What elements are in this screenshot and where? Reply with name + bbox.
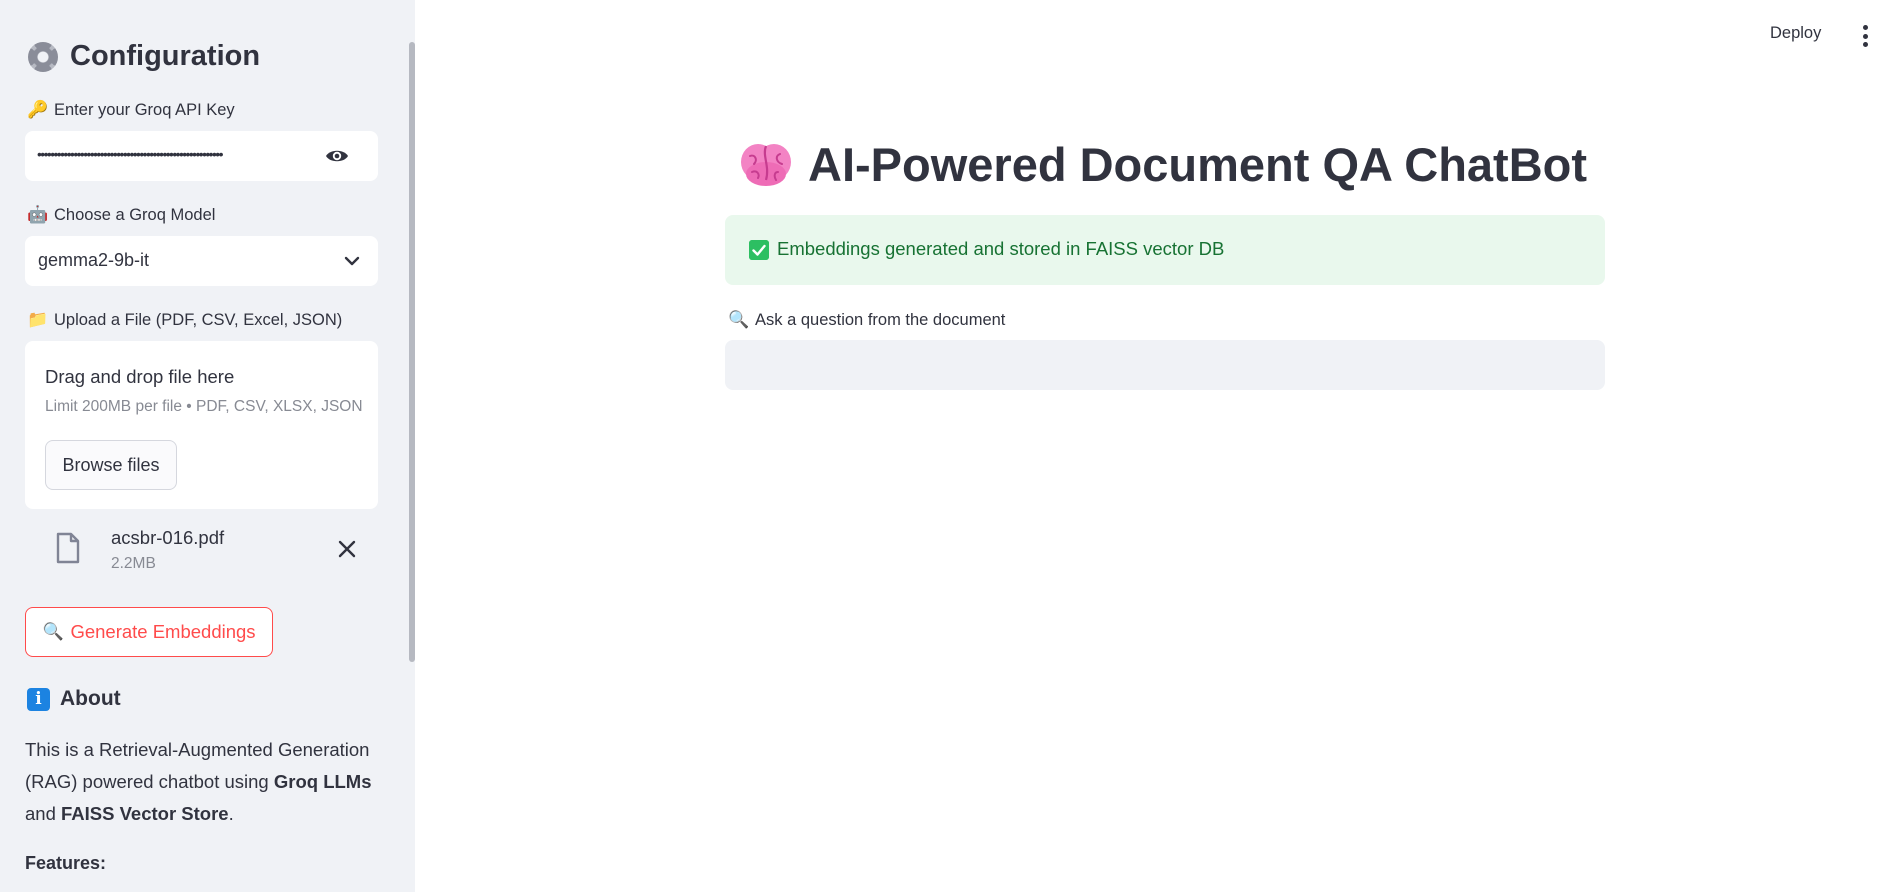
upload-label-text: Upload a File (PDF, CSV, Excel, JSON)	[54, 310, 343, 329]
sidebar-title-text: Configuration	[70, 40, 261, 72]
about-heading-text: About	[60, 687, 121, 710]
about-text-end: .	[228, 803, 234, 824]
model-select[interactable]: gemma2-9b-it	[25, 236, 378, 286]
question-label-text: Ask a question from the document	[755, 310, 1006, 329]
kebab-dot	[1862, 25, 1868, 30]
file-size: 2.2MB	[111, 555, 156, 572]
dropzone-limit: Limit 200MB per file • PDF, CSV, XLSX, J…	[45, 398, 363, 415]
about-faiss-bold: FAISS Vector Store	[61, 803, 229, 824]
search-icon: 🔍	[728, 310, 750, 329]
success-alert: Embeddings generated and stored in FAISS…	[725, 215, 1605, 285]
more-menu-icon[interactable]	[1862, 25, 1868, 47]
generate-embeddings-button[interactable]: 🔍 Generate Embeddings	[25, 607, 273, 657]
robot-icon: 🤖	[27, 205, 49, 224]
sidebar-title: Configuration	[28, 40, 260, 73]
about-groq-bold: Groq LLMs	[273, 771, 372, 792]
about-heading: i About	[27, 687, 121, 711]
gear-icon	[28, 41, 58, 72]
deploy-button[interactable]: Deploy	[1770, 24, 1821, 43]
api-key-label: 🔑 Enter your Groq API Key	[27, 100, 235, 120]
sidebar: Configuration 🔑 Enter your Groq API Key …	[0, 0, 415, 892]
dropzone-title: Drag and drop file here	[45, 366, 235, 387]
api-key-field[interactable]: ••••••••••••••••••••••••••••••••••••••••…	[25, 131, 378, 181]
file-name: acsbr-016.pdf	[111, 527, 225, 548]
browse-files-button[interactable]: Browse files	[45, 440, 177, 490]
check-icon	[749, 240, 769, 260]
upload-label: 📁 Upload a File (PDF, CSV, Excel, JSON)	[27, 310, 342, 330]
generate-embeddings-label: Generate Embeddings	[70, 621, 256, 642]
question-input[interactable]	[725, 340, 1605, 390]
features-heading: Features:	[25, 853, 107, 873]
page-title: AI-Powered Document QA ChatBot	[738, 136, 1587, 192]
about-text-and: and	[25, 803, 62, 824]
search-icon: 🔍	[42, 622, 64, 641]
model-label: 🤖 Choose a Groq Model	[27, 205, 215, 225]
model-label-text: Choose a Groq Model	[54, 205, 216, 224]
file-icon	[56, 532, 80, 564]
close-icon[interactable]	[337, 539, 357, 559]
api-key-masked-value[interactable]: ••••••••••••••••••••••••••••••••••••••••…	[37, 146, 327, 162]
page-title-text: AI-Powered Document QA ChatBot	[808, 137, 1588, 191]
chevron-down-icon[interactable]	[343, 252, 361, 270]
brain-icon	[741, 144, 791, 186]
kebab-dot	[1862, 33, 1868, 39]
sidebar-scrollbar[interactable]	[409, 42, 415, 662]
question-label: 🔍 Ask a question from the document	[728, 310, 1005, 330]
file-dropzone[interactable]: Drag and drop file here Limit 200MB per …	[25, 341, 378, 509]
model-selected-value[interactable]: gemma2-9b-it	[38, 250, 149, 271]
info-icon: i	[27, 687, 50, 711]
success-message: Embeddings generated and stored in FAISS…	[777, 238, 1225, 259]
folder-icon: 📁	[27, 310, 49, 329]
eye-icon[interactable]	[325, 145, 349, 167]
key-icon: 🔑	[27, 100, 49, 119]
kebab-dot	[1862, 42, 1868, 47]
about-description: This is a Retrieval-Augmented Generation…	[25, 734, 378, 830]
api-key-label-text: Enter your Groq API Key	[54, 100, 235, 119]
uploaded-file: acsbr-016.pdf 2.2MB	[25, 520, 378, 582]
